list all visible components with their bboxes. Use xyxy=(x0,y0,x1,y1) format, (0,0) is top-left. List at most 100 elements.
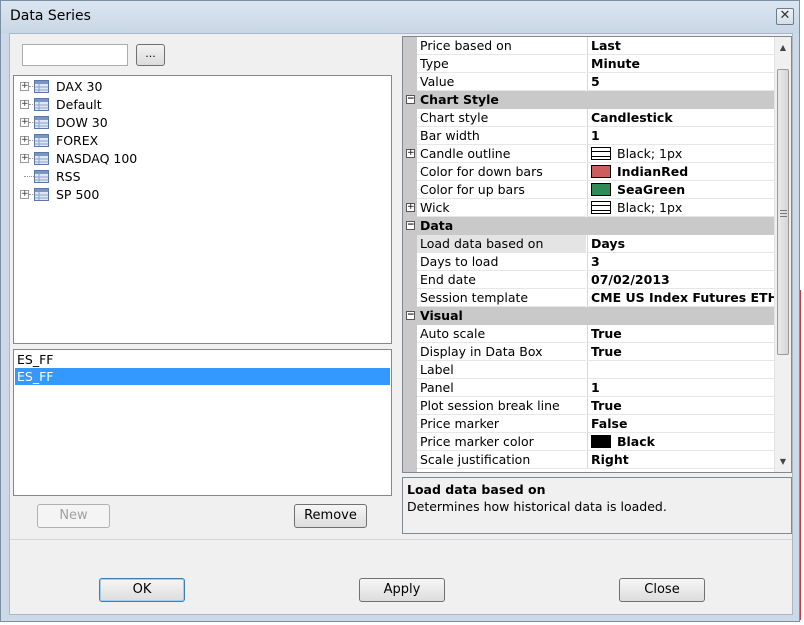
property-row-wick[interactable]: + Wick Black; 1px xyxy=(403,199,777,217)
property-row-chart-style[interactable]: Chart style Candlestick xyxy=(403,109,777,127)
stroke-value: Black; 1px xyxy=(617,200,683,215)
data-series-window: Data Series ✕ ... + DAX 30 + Default + D… xyxy=(0,0,800,622)
property-row-days-to-load[interactable]: Days to load 3 xyxy=(403,253,777,271)
property-value[interactable]: True xyxy=(587,325,777,343)
property-value[interactable]: False xyxy=(587,415,777,433)
property-help-panel: Load data based on Determines how histor… xyxy=(402,477,792,534)
property-row-bar-width[interactable]: Bar width 1 xyxy=(403,127,777,145)
expand-plus-icon[interactable]: + xyxy=(20,190,29,199)
property-value[interactable]: 1 xyxy=(587,127,777,145)
scroll-down-icon[interactable]: ▼ xyxy=(775,453,791,470)
property-value[interactable]: Black; 1px xyxy=(587,145,777,163)
property-value[interactable]: 1 xyxy=(587,379,777,397)
property-row-candle-outline[interactable]: + Candle outline Black; 1px xyxy=(403,145,777,163)
expand-plus-icon[interactable]: + xyxy=(20,154,29,163)
property-value[interactable]: Days xyxy=(587,235,777,253)
dialog-body: ... + DAX 30 + Default + DOW 30 + FOREX … xyxy=(9,33,793,615)
tree-item-forex[interactable]: + FOREX xyxy=(14,132,314,150)
ok-button[interactable]: OK xyxy=(99,578,185,602)
close-button[interactable]: Close xyxy=(619,578,705,602)
property-value[interactable]: 07/02/2013 xyxy=(587,271,777,289)
list-table-icon xyxy=(34,98,49,111)
scroll-thumb[interactable] xyxy=(777,69,789,355)
property-row-display-in-data-box[interactable]: Display in Data Box True xyxy=(403,343,777,361)
stroke-swatch-icon xyxy=(591,201,611,214)
property-value[interactable]: Right xyxy=(587,451,777,469)
property-name: Color for up bars xyxy=(417,181,586,199)
property-value[interactable]: Minute xyxy=(587,55,777,73)
collapse-minus-icon[interactable]: − xyxy=(406,221,415,230)
property-value[interactable]: Candlestick xyxy=(587,109,777,127)
new-button[interactable]: New xyxy=(37,504,110,528)
scroll-up-icon[interactable]: ▲ xyxy=(775,39,791,56)
tree-item-label: DOW 30 xyxy=(56,115,108,130)
browse-button[interactable]: ... xyxy=(136,44,165,66)
tree-item-dax-30[interactable]: + DAX 30 xyxy=(14,78,314,96)
property-value[interactable]: 5 xyxy=(587,73,777,91)
expand-plus-icon[interactable]: + xyxy=(20,82,29,91)
property-row-color-up-bars[interactable]: Color for up bars SeaGreen xyxy=(403,181,777,199)
property-row-panel[interactable]: Panel 1 xyxy=(403,379,777,397)
help-title: Load data based on xyxy=(407,482,546,497)
apply-button[interactable]: Apply xyxy=(359,578,445,602)
property-value[interactable]: Black; 1px xyxy=(587,199,777,217)
tree-item-sp-500[interactable]: + SP 500 xyxy=(14,186,314,204)
collapse-minus-icon[interactable]: − xyxy=(406,95,415,104)
color-swatch-icon xyxy=(591,435,611,448)
expand-plus-icon[interactable]: + xyxy=(406,203,415,212)
property-row-price-based-on[interactable]: Price based on Last xyxy=(403,37,777,55)
list-table-icon xyxy=(34,152,49,165)
category-visual[interactable]: − Visual xyxy=(403,307,777,325)
property-name: Candle outline xyxy=(417,145,586,163)
property-row-session-template[interactable]: Session template CME US Index Futures ET… xyxy=(403,289,777,307)
property-value[interactable]: CME US Index Futures ETH xyxy=(587,289,777,307)
category-chart-style[interactable]: − Chart Style xyxy=(403,91,777,109)
close-window-icon[interactable]: ✕ xyxy=(776,8,794,25)
property-name: Plot session break line xyxy=(417,397,586,415)
series-item[interactable]: ES_FF xyxy=(15,351,390,368)
row-gutter xyxy=(403,379,417,397)
property-row-price-marker[interactable]: Price marker False xyxy=(403,415,777,433)
color-value: IndianRed xyxy=(617,164,689,179)
row-gutter xyxy=(403,181,417,199)
category-data[interactable]: − Data xyxy=(403,217,777,235)
tree-item-default[interactable]: + Default xyxy=(14,96,314,114)
property-value[interactable]: True xyxy=(587,397,777,415)
property-row-end-date[interactable]: End date 07/02/2013 xyxy=(403,271,777,289)
collapse-minus-icon[interactable]: − xyxy=(406,311,415,320)
property-row-label[interactable]: Label xyxy=(403,361,777,379)
tree-item-dow-30[interactable]: + DOW 30 xyxy=(14,114,314,132)
property-grid-scrollbar[interactable]: ▲ ▼ xyxy=(774,37,791,472)
remove-button[interactable]: Remove xyxy=(294,504,367,528)
property-row-price-marker-color[interactable]: Price marker color Black xyxy=(403,433,777,451)
property-row-cut-off xyxy=(403,469,777,472)
tree-item-label: DAX 30 xyxy=(56,79,103,94)
expand-plus-icon[interactable]: + xyxy=(20,100,29,109)
property-value[interactable]: IndianRed xyxy=(587,163,777,181)
property-value[interactable] xyxy=(587,361,777,379)
instrument-search-input[interactable] xyxy=(22,44,128,66)
expand-plus-icon[interactable]: + xyxy=(20,136,29,145)
property-value[interactable]: Last xyxy=(587,37,777,55)
property-row-value[interactable]: Value 5 xyxy=(403,73,777,91)
property-value[interactable]: Black xyxy=(587,433,777,451)
expand-plus-icon[interactable]: + xyxy=(406,149,415,158)
tree-item-nasdaq-100[interactable]: + NASDAQ 100 xyxy=(14,150,314,168)
property-row-scale-justification[interactable]: Scale justification Right xyxy=(403,451,777,469)
property-row-load-data-based-on[interactable]: Load data based on Days xyxy=(403,235,777,253)
property-name: Value xyxy=(417,73,586,91)
row-gutter xyxy=(403,397,417,415)
property-value[interactable]: True xyxy=(587,343,777,361)
window-title: Data Series xyxy=(10,8,91,24)
row-gutter xyxy=(403,325,417,343)
property-value[interactable]: 3 xyxy=(587,253,777,271)
property-row-auto-scale[interactable]: Auto scale True xyxy=(403,325,777,343)
series-item-selected[interactable]: ES_FF xyxy=(15,368,390,385)
property-value[interactable]: SeaGreen xyxy=(587,181,777,199)
tree-item-rss[interactable]: RSS xyxy=(14,168,314,186)
property-row-plot-session-break-line[interactable]: Plot session break line True xyxy=(403,397,777,415)
title-bar[interactable]: Data Series ✕ xyxy=(1,1,799,33)
expand-plus-icon[interactable]: + xyxy=(20,118,29,127)
property-row-color-down-bars[interactable]: Color for down bars IndianRed xyxy=(403,163,777,181)
property-row-type[interactable]: Type Minute xyxy=(403,55,777,73)
